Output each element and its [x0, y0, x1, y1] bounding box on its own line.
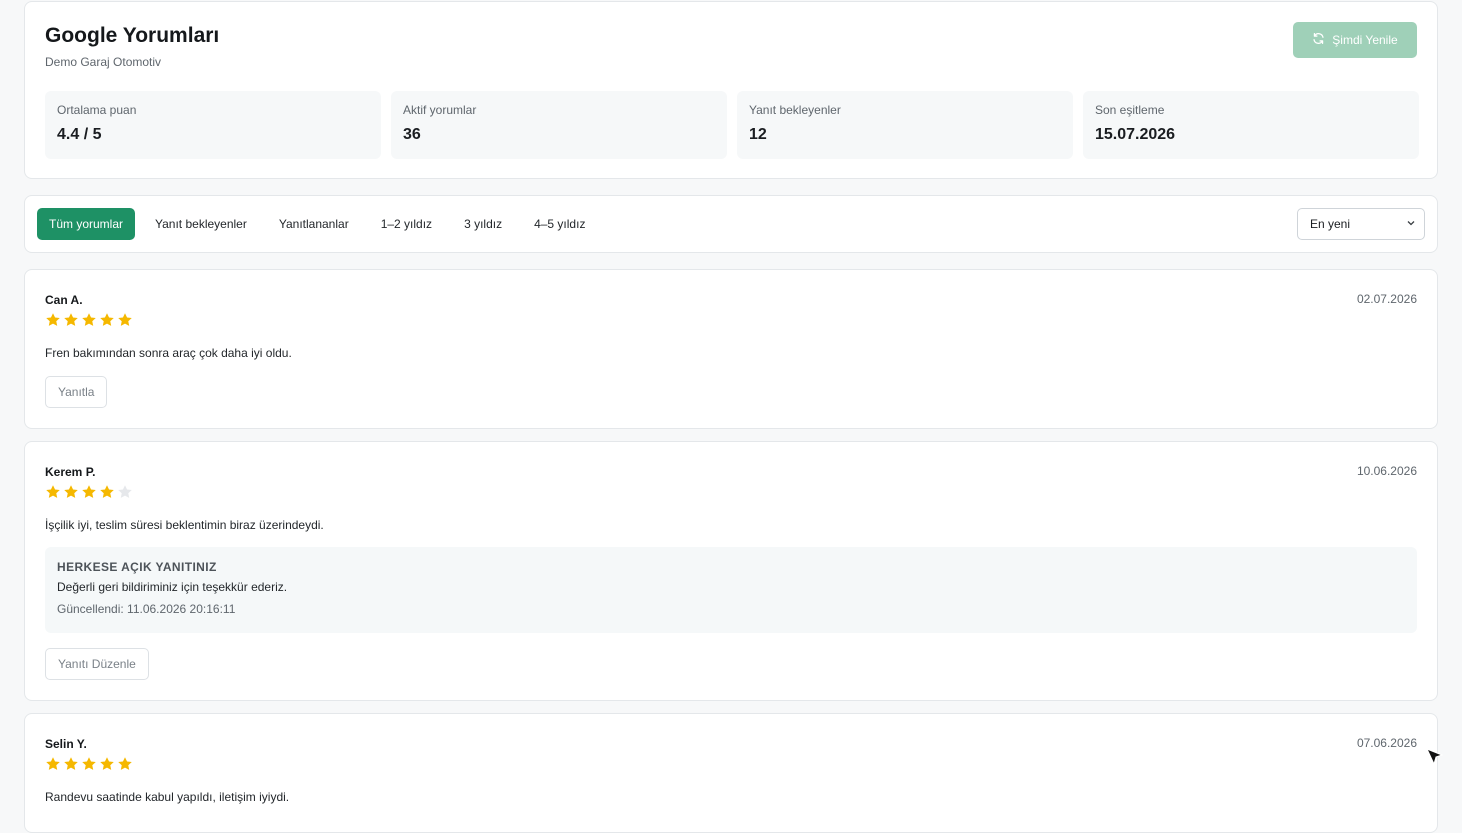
- tab-awaiting-reply[interactable]: Yanıt bekleyenler: [143, 208, 259, 240]
- stat-value: 4.4 / 5: [57, 126, 102, 143]
- star-filled-icon: [63, 756, 79, 772]
- reply-updated-timestamp: Güncellendi: 11.06.2026 20:16:11: [57, 602, 236, 616]
- business-name: Demo Garaj Otomotiv: [45, 55, 162, 69]
- stat-label: Yanıt bekleyenler: [749, 103, 841, 117]
- review-date: 02.07.2026: [1356, 292, 1417, 306]
- star-filled-icon: [81, 756, 97, 772]
- reviewer-name: Can A.: [45, 293, 83, 307]
- review-date: 10.06.2026: [1356, 464, 1417, 478]
- star-filled-icon: [99, 312, 115, 328]
- stat-value: 12: [749, 126, 767, 143]
- sort-selected-value: En yeni: [1310, 217, 1351, 231]
- refresh-button[interactable]: Şimdi Yenile: [1293, 22, 1417, 58]
- tab-replied[interactable]: Yanıtlananlar: [267, 208, 361, 240]
- review-date: 07.06.2026: [1356, 736, 1417, 750]
- star-rating: [45, 484, 133, 500]
- stat-last-sync: Son eşitleme 15.07.2026: [1083, 91, 1419, 159]
- reply-text: Değerli geri bildiriminiz için teşekkür …: [57, 580, 288, 594]
- star-empty-icon: [117, 484, 133, 500]
- star-filled-icon: [81, 312, 97, 328]
- stat-label: Son eşitleme: [1095, 103, 1165, 117]
- public-reply-box: HERKESE AÇIK YANITINIZ Değerli geri bild…: [45, 547, 1417, 633]
- summary-card: Google Yorumları Demo Garaj Otomotiv Şim…: [24, 1, 1438, 179]
- stats-row: Ortalama puan 4.4 / 5 Aktif yorumlar 36 …: [45, 91, 1419, 159]
- review-card: Selin Y. 07.06.2026 Randevu saatinde kab…: [24, 713, 1438, 833]
- stat-value: 36: [403, 126, 421, 143]
- star-rating: [45, 312, 133, 328]
- sort-select[interactable]: En yeni: [1297, 208, 1425, 240]
- page-title: Google Yorumları: [45, 24, 220, 47]
- stat-label: Aktif yorumlar: [403, 103, 477, 117]
- edit-reply-button[interactable]: Yanıtı Düzenle: [45, 648, 149, 680]
- star-filled-icon: [99, 484, 115, 500]
- stat-active-reviews: Aktif yorumlar 36: [391, 91, 727, 159]
- refresh-icon: [1312, 32, 1325, 48]
- tab-all-reviews[interactable]: Tüm yorumlar: [37, 208, 136, 240]
- star-filled-icon: [45, 484, 61, 500]
- star-filled-icon: [117, 756, 133, 772]
- review-text: Randevu saatinde kabul yapıldı, iletişim…: [45, 790, 290, 804]
- star-filled-icon: [63, 484, 79, 500]
- reviewer-name: Selin Y.: [45, 737, 87, 751]
- mouse-cursor-icon: [1426, 748, 1444, 766]
- star-filled-icon: [117, 312, 133, 328]
- star-filled-icon: [63, 312, 79, 328]
- chevron-down-icon: [1406, 217, 1416, 231]
- reply-button[interactable]: Yanıtla: [45, 376, 108, 408]
- tab-1-2-stars[interactable]: 1–2 yıldız: [369, 208, 444, 240]
- filter-bar: Tüm yorumlar Yanıt bekleyenler Yanıtlana…: [24, 195, 1438, 253]
- review-text: Fren bakımından sonra araç çok daha iyi …: [45, 346, 292, 360]
- star-filled-icon: [99, 756, 115, 772]
- reviewer-name: Kerem P.: [45, 465, 96, 479]
- review-card: Kerem P. 10.06.2026 İşçilik iyi, teslim …: [24, 441, 1438, 701]
- filter-tabs: Tüm yorumlar Yanıt bekleyenler Yanıtlana…: [37, 208, 605, 240]
- stat-awaiting-reply: Yanıt bekleyenler 12: [737, 91, 1073, 159]
- stat-average-rating: Ortalama puan 4.4 / 5: [45, 91, 381, 159]
- refresh-label: Şimdi Yenile: [1332, 33, 1398, 47]
- stat-value: 15.07.2026: [1095, 126, 1176, 143]
- tab-3-stars[interactable]: 3 yıldız: [452, 208, 514, 240]
- review-card: Can A. 02.07.2026 Fren bakımından sonra …: [24, 269, 1438, 429]
- reply-heading: HERKESE AÇIK YANITINIZ: [57, 560, 217, 574]
- stat-label: Ortalama puan: [57, 103, 137, 117]
- star-filled-icon: [81, 484, 97, 500]
- star-filled-icon: [45, 756, 61, 772]
- star-filled-icon: [45, 312, 61, 328]
- tab-4-5-stars[interactable]: 4–5 yıldız: [522, 208, 597, 240]
- star-rating: [45, 756, 133, 772]
- review-text: İşçilik iyi, teslim süresi beklentimin b…: [45, 518, 324, 532]
